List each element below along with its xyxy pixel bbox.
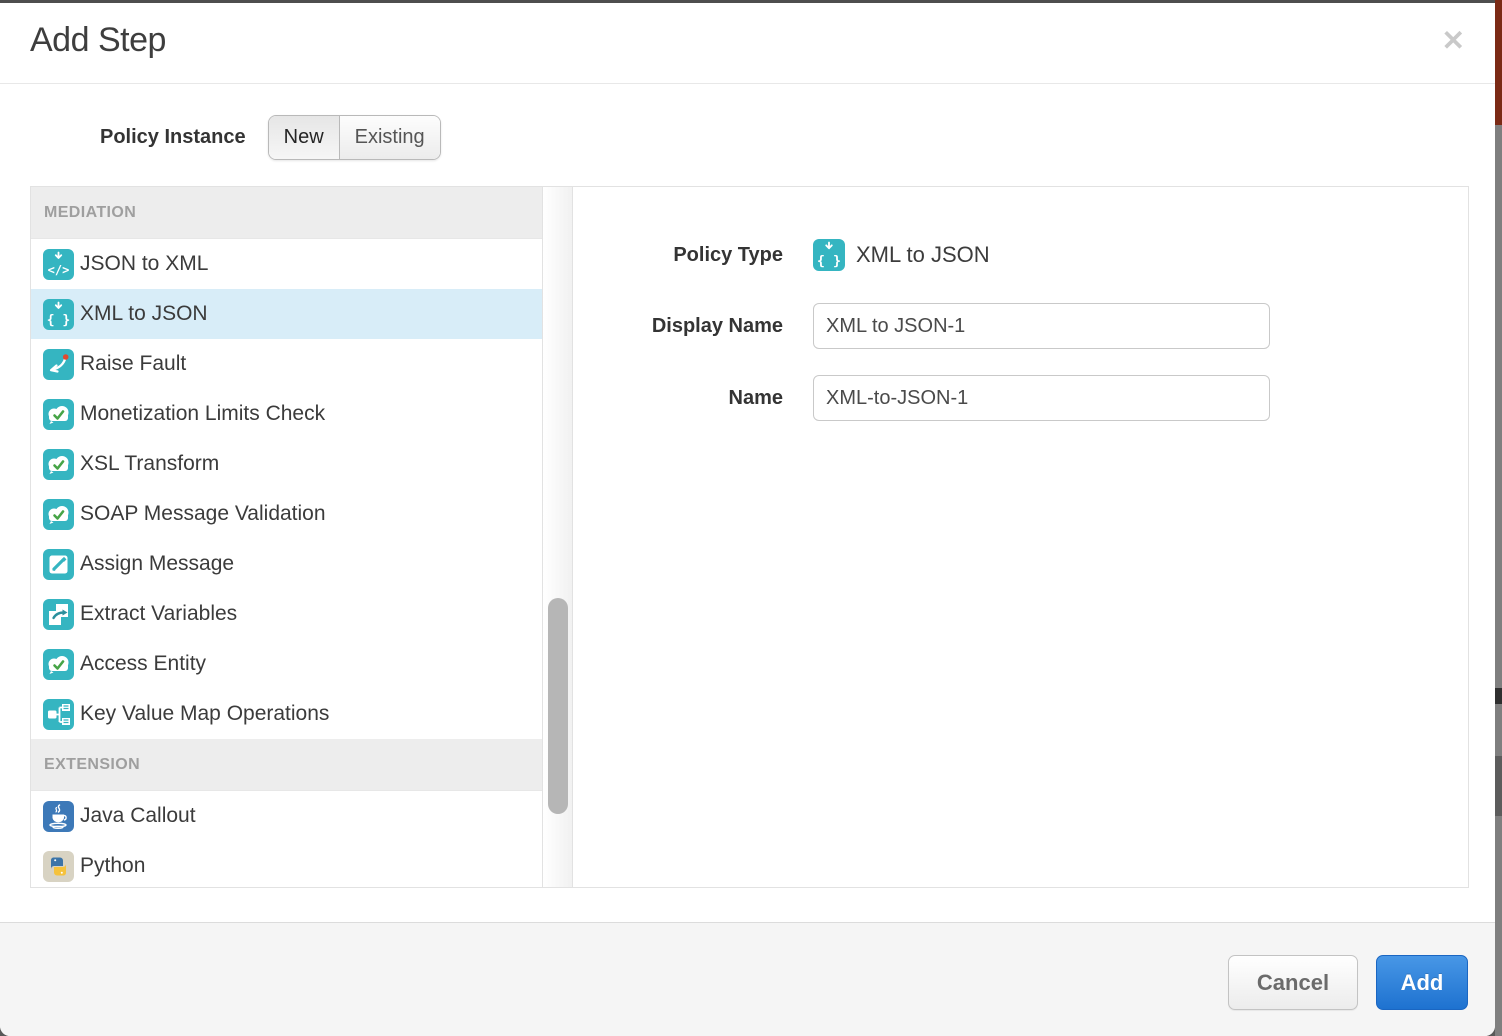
list-item-assign-message[interactable]: Assign Message (31, 539, 542, 589)
dialog-header: Add Step ✕ (0, 3, 1495, 84)
policy-instance-label: Policy Instance (100, 126, 246, 149)
display-name-input[interactable] (813, 303, 1270, 349)
list-item-json-to-xml[interactable]: </> JSON to XML (31, 239, 542, 289)
background-artifact (1495, 688, 1502, 704)
pencil-page-icon (43, 549, 74, 580)
cancel-button[interactable]: Cancel (1228, 955, 1358, 1010)
list-item-extract-variables[interactable]: Extract Variables (31, 589, 542, 639)
close-icon[interactable]: ✕ (1442, 23, 1465, 59)
list-scrollbar-track[interactable] (543, 187, 573, 887)
list-item-label: Access Entity (80, 652, 206, 676)
xml-to-json-icon: { } (43, 299, 74, 330)
list-item-label: XSL Transform (80, 452, 219, 476)
policy-instance-toggle: New Existing (268, 115, 441, 160)
cloud-check-icon (43, 649, 74, 680)
list-item-label: Monetization Limits Check (80, 402, 325, 426)
page-background-edge (1495, 0, 1502, 1036)
svg-text:</>: </> (48, 263, 70, 277)
policy-list: MEDIATION </> JSON to XML { } X (31, 187, 543, 887)
kvm-tree-icon (43, 699, 74, 730)
list-scrollbar-thumb[interactable] (548, 598, 568, 814)
toggle-option-new[interactable]: New (269, 116, 340, 159)
add-button[interactable]: Add (1376, 955, 1468, 1010)
name-label: Name (573, 375, 783, 421)
display-name-row: Display Name (573, 303, 1468, 349)
name-row: Name (573, 375, 1468, 421)
section-header-mediation: MEDIATION (31, 187, 542, 239)
cloud-check-icon (43, 399, 74, 430)
list-item-java-callout[interactable]: Java Callout (31, 791, 542, 841)
xml-to-json-icon: { } (813, 239, 845, 271)
background-artifact (1495, 756, 1502, 816)
display-name-label: Display Name (573, 303, 783, 349)
background-artifact (1495, 0, 1502, 125)
list-item-key-value-map-operations[interactable]: Key Value Map Operations (31, 689, 542, 739)
list-item-label: Assign Message (80, 552, 234, 576)
svg-text:{ }: { } (47, 313, 70, 328)
policy-type-label: Policy Type (573, 239, 783, 271)
list-item-label: XML to JSON (80, 302, 208, 326)
raise-fault-icon (43, 349, 74, 380)
list-item-access-entity[interactable]: Access Entity (31, 639, 542, 689)
policy-form-panel: Policy Type { } XML to JSON Display Name (573, 187, 1468, 887)
dialog-footer: Cancel Add (0, 922, 1495, 1036)
json-to-xml-icon: </> (43, 249, 74, 280)
list-item-xml-to-json[interactable]: { } XML to JSON (31, 289, 542, 339)
list-item-label: SOAP Message Validation (80, 502, 326, 526)
cloud-check-icon (43, 499, 74, 530)
java-icon (43, 801, 74, 832)
toggle-option-existing[interactable]: Existing (340, 116, 440, 159)
list-item-label: Java Callout (80, 804, 196, 828)
svg-text:{ }: { } (817, 254, 841, 269)
python-icon (43, 851, 74, 882)
name-input[interactable] (813, 375, 1270, 421)
list-item-raise-fault[interactable]: Raise Fault (31, 339, 542, 389)
list-item-label: Extract Variables (80, 602, 237, 626)
list-item-label: Raise Fault (80, 352, 186, 376)
list-item-label: Python (80, 854, 145, 878)
list-item-label: JSON to XML (80, 252, 208, 276)
policy-type-text: XML to JSON (856, 242, 990, 268)
policy-instance-row: Policy Instance New Existing (0, 115, 441, 160)
section-header-extension: EXTENSION (31, 739, 542, 791)
list-item-label: Key Value Map Operations (80, 702, 329, 726)
list-item-xsl-transform[interactable]: XSL Transform (31, 439, 542, 489)
policy-type-row: Policy Type { } XML to JSON (573, 239, 1468, 271)
dialog-title: Add Step (30, 21, 166, 60)
list-item-python[interactable]: Python (31, 841, 542, 887)
list-item-soap-message-validation[interactable]: SOAP Message Validation (31, 489, 542, 539)
cloud-check-icon (43, 449, 74, 480)
list-item-monetization-limits-check[interactable]: Monetization Limits Check (31, 389, 542, 439)
dialog-content: MEDIATION </> JSON to XML { } X (30, 186, 1469, 888)
extract-arrow-icon (43, 599, 74, 630)
policy-type-value: { } XML to JSON (813, 239, 990, 271)
add-step-dialog: Add Step ✕ Policy Instance New Existing … (0, 3, 1495, 1036)
